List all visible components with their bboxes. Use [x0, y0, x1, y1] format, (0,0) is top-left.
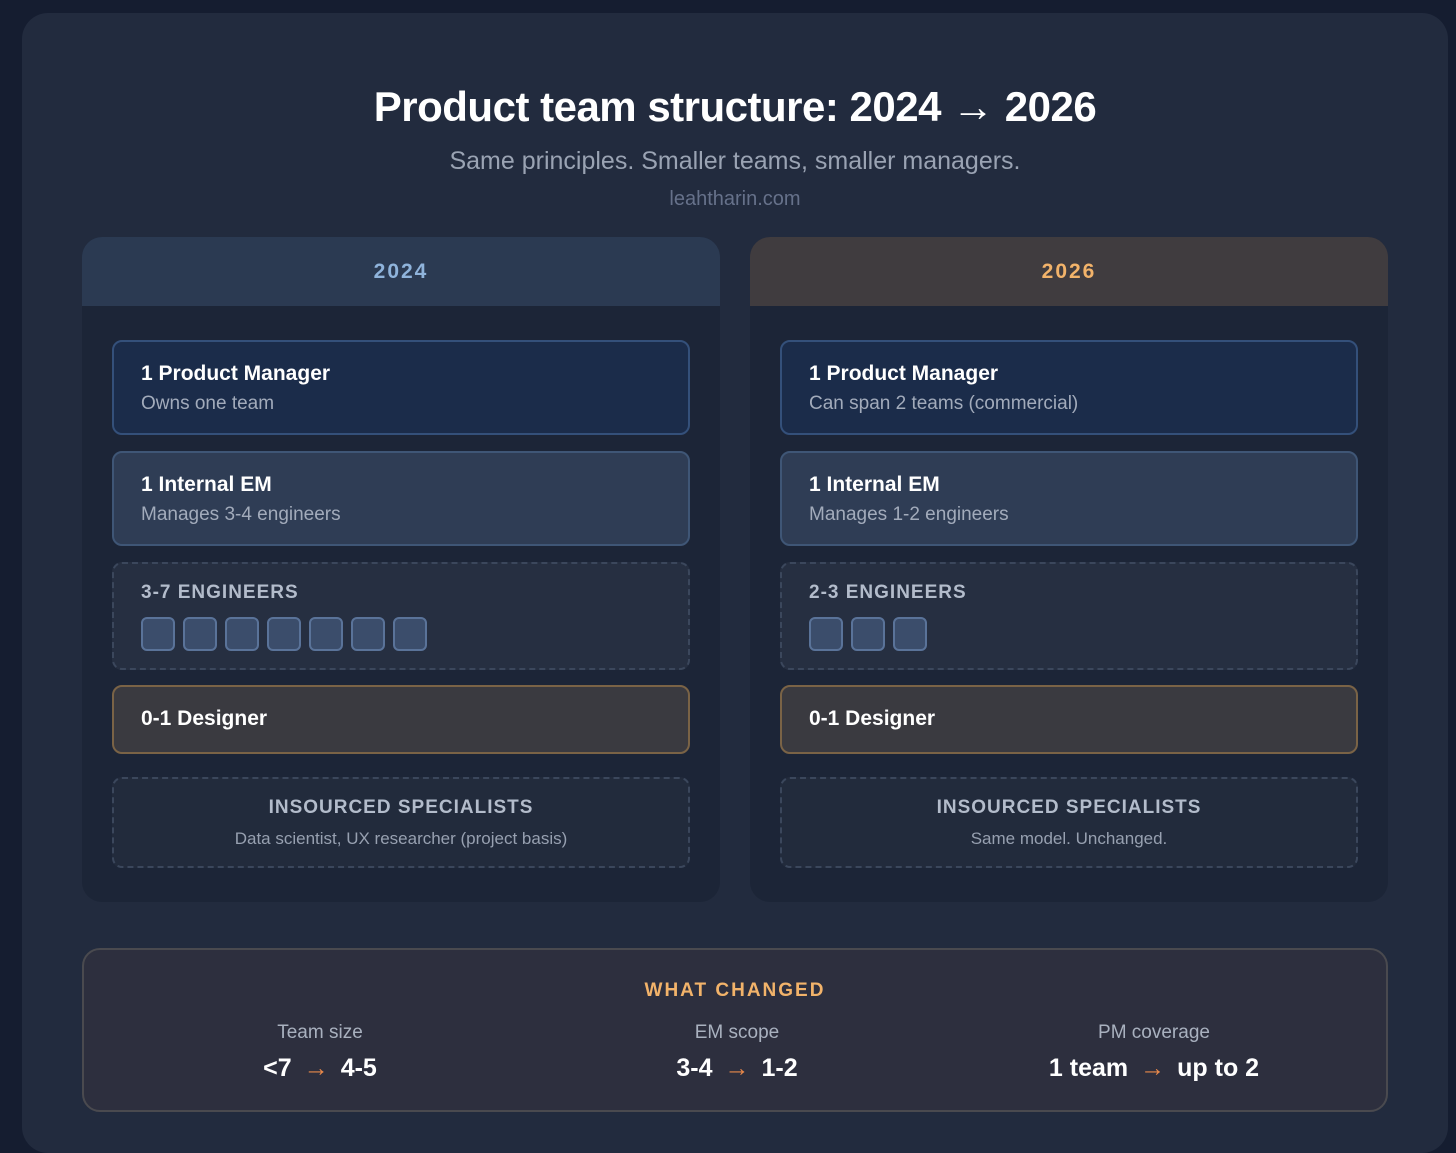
engineer-chip [393, 617, 427, 651]
engineers-box: 3-7 ENGINEERS [112, 562, 690, 670]
designer-box: 0-1 Designer [780, 685, 1358, 754]
engineer-chip [267, 617, 301, 651]
stat-to: 4-5 [340, 1054, 377, 1082]
engineer-chip [225, 617, 259, 651]
product-manager-box: 1 Product Manager Owns one team [112, 340, 690, 435]
stat-pm-coverage: PM coverage 1 team → up to 2 [954, 1022, 1354, 1083]
arrow-right-icon: → [303, 1054, 329, 1082]
engineer-chips [809, 617, 1356, 651]
engineers-box: 2-3 ENGINEERS [780, 562, 1358, 670]
box-subtitle: Owns one team [141, 393, 275, 414]
page-title: Product team structure: 2024 → 2026 [373, 83, 1097, 130]
engineers-label: 2-3 ENGINEERS [809, 582, 967, 603]
page-subtitle: Same principles. Smaller teams, smaller … [449, 147, 1021, 175]
engineer-chips [141, 617, 688, 651]
stat-label: PM coverage [1098, 1022, 1210, 1043]
stat-from: <7 [263, 1054, 292, 1082]
column-2024: 2024 1 Product Manager Owns one team 1 I… [82, 237, 720, 902]
engineer-chip [309, 617, 343, 651]
specialists-box: INSOURCED SPECIALISTS Same model. Unchan… [780, 777, 1358, 868]
specialists-subtitle: Data scientist, UX researcher (project b… [234, 829, 568, 848]
column-header: 2026 [750, 237, 1388, 306]
box-subtitle: Manages 1-2 engineers [809, 504, 1009, 525]
stat-team-size: Team size <7 → 4-5 [120, 1022, 520, 1083]
engineering-manager-box: 1 Internal EM Manages 1-2 engineers [780, 451, 1358, 546]
box-subtitle: Can span 2 teams (commercial) [809, 393, 1079, 414]
engineer-chip [183, 617, 217, 651]
engineers-label: 3-7 ENGINEERS [141, 582, 299, 603]
column-header: 2024 [82, 237, 720, 306]
box-title: 0-1 Designer [809, 707, 936, 730]
site-credit: leahtharin.com [669, 188, 801, 210]
stat-value: 3-4 → 1-2 [537, 1054, 937, 1083]
stat-label: EM scope [694, 1022, 780, 1043]
engineer-chip [809, 617, 843, 651]
engineer-chip [851, 617, 885, 651]
stat-from: 1 team [1048, 1054, 1129, 1082]
stat-label: Team size [277, 1022, 363, 1043]
arrow-right-icon: → [1140, 1054, 1166, 1082]
what-changed-panel: WHAT CHANGED Team size <7 → 4-5 EM scope 3… [82, 948, 1388, 1112]
specialists-box: INSOURCED SPECIALISTS Data scientist, UX… [112, 777, 690, 868]
stat-from: 3-4 [676, 1054, 713, 1082]
box-title: 0-1 Designer [141, 707, 268, 730]
box-subtitle: Manages 3-4 engineers [141, 504, 341, 525]
what-changed-title: WHAT CHANGED [644, 980, 826, 1001]
specialists-title: INSOURCED SPECIALISTS [936, 797, 1202, 818]
stat-to: 1-2 [761, 1054, 798, 1082]
box-title: 1 Internal EM [141, 473, 272, 496]
engineering-manager-box: 1 Internal EM Manages 3-4 engineers [112, 451, 690, 546]
designer-box: 0-1 Designer [112, 685, 690, 754]
box-title: 1 Product Manager [809, 362, 999, 385]
box-title: 1 Product Manager [141, 362, 331, 385]
specialists-subtitle: Same model. Unchanged. [970, 829, 1168, 848]
engineer-chip [141, 617, 175, 651]
stat-value: 1 team → up to 2 [954, 1054, 1354, 1083]
stat-to: up to 2 [1177, 1054, 1260, 1082]
engineer-chip [351, 617, 385, 651]
box-title: 1 Internal EM [809, 473, 940, 496]
stat-value: <7 → 4-5 [120, 1054, 520, 1083]
specialists-title: INSOURCED SPECIALISTS [268, 797, 534, 818]
arrow-right-icon: → [724, 1054, 750, 1082]
engineer-chip [893, 617, 927, 651]
stat-em-scope: EM scope 3-4 → 1-2 [537, 1022, 937, 1083]
column-2026: 2026 1 Product Manager Can span 2 teams … [750, 237, 1388, 902]
product-manager-box: 1 Product Manager Can span 2 teams (comm… [780, 340, 1358, 435]
